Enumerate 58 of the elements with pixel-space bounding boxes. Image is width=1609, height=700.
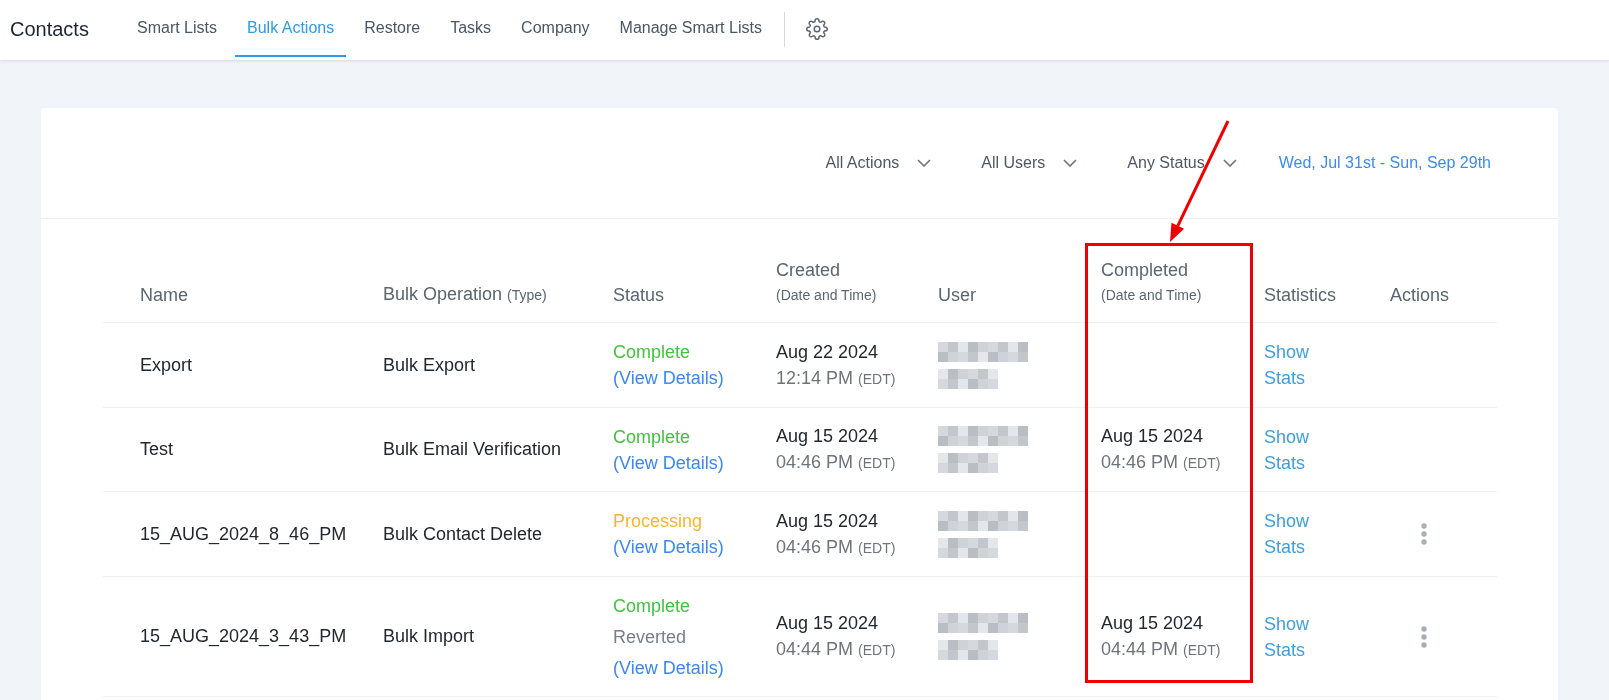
status-label: Complete [613, 594, 691, 618]
filter-dropdown[interactable]: All Users [981, 151, 1078, 175]
filter-dropdown[interactable]: Any Status [1127, 151, 1237, 175]
status-label: Complete [613, 425, 691, 449]
completed-time: 04:44 PM (EDT) [1101, 638, 1221, 661]
column-header: Bulk Operation (Type) [383, 284, 547, 304]
operation-text: Bulk Contact Delete [383, 522, 543, 546]
nav-tab[interactable]: Bulk Actions [235, 0, 347, 57]
created-time: 04:46 PM (EDT) [776, 535, 896, 559]
column-header: Actions [1390, 285, 1450, 305]
created-date: Aug 15 2024 [776, 509, 879, 533]
name-text: Export [140, 353, 193, 377]
nav-tab[interactable]: Tasks [438, 0, 504, 57]
show-stats-link[interactable]: Show Stats [1264, 339, 1310, 391]
column-header: User [938, 285, 976, 305]
nav-tab[interactable]: Company [509, 0, 602, 57]
name-text: 15_AUG_2024_8_46_PM [140, 522, 347, 547]
more-options-icon[interactable] [1421, 523, 1427, 545]
view-details-link[interactable]: (View Details) [613, 654, 724, 681]
completed-date: Aug 15 2024 [1101, 612, 1204, 635]
status-label: Complete [613, 341, 691, 364]
status-label: Processing [613, 510, 703, 533]
nav-tab[interactable]: Restore [352, 0, 433, 57]
show-stats-link[interactable]: Show Stats [1264, 423, 1310, 476]
column-header: Statistics [1264, 285, 1337, 305]
nav-tab[interactable]: Smart Lists [125, 0, 229, 57]
completed-date: Aug 15 2024 [1101, 425, 1204, 448]
operation-text: Bulk Export [383, 353, 476, 377]
created-time: 04:44 PM (EDT) [776, 638, 896, 661]
chevron-down-icon [1222, 159, 1237, 167]
created-date: Aug 15 2024 [776, 425, 879, 448]
view-details-link[interactable]: (View Details) [613, 365, 724, 391]
operation-text: Bulk Email Verification [383, 438, 562, 461]
show-stats-link[interactable]: Show Stats [1264, 610, 1310, 663]
name-text: Test [140, 438, 173, 461]
column-header: Name [140, 285, 188, 305]
status-label: Reverted [613, 625, 687, 649]
app-title: Contacts [10, 16, 89, 42]
view-details-link[interactable]: (View Details) [613, 534, 724, 560]
created-time: 12:14 PM (EDT) [776, 366, 896, 390]
completed-time: 04:46 PM (EDT) [1101, 451, 1221, 474]
created-date: Aug 15 2024 [776, 612, 879, 635]
operation-text: Bulk Import [383, 625, 475, 648]
show-stats-link[interactable]: Show Stats [1264, 508, 1310, 560]
filter-dropdown[interactable]: All Actions [825, 151, 932, 175]
column-header: Created (Date and Time) [776, 260, 877, 304]
settings-icon[interactable] [805, 18, 828, 40]
column-header: Status [613, 285, 665, 305]
chevron-down-icon [1063, 159, 1078, 167]
created-date: Aug 22 2024 [776, 340, 879, 364]
nav-tab[interactable]: Manage Smart Lists [607, 0, 774, 57]
name-text: 15_AUG_2024_3_43_PM [140, 625, 347, 649]
created-time: 04:46 PM (EDT) [776, 451, 896, 474]
chevron-down-icon [917, 159, 932, 167]
column-header: Completed (Date and Time) [1101, 260, 1202, 304]
more-options-icon[interactable] [1421, 625, 1427, 648]
date-range-link[interactable]: Wed, Jul 31st - Sun, Sep 29th [1278, 151, 1491, 175]
view-details-link[interactable]: (View Details) [613, 449, 724, 476]
